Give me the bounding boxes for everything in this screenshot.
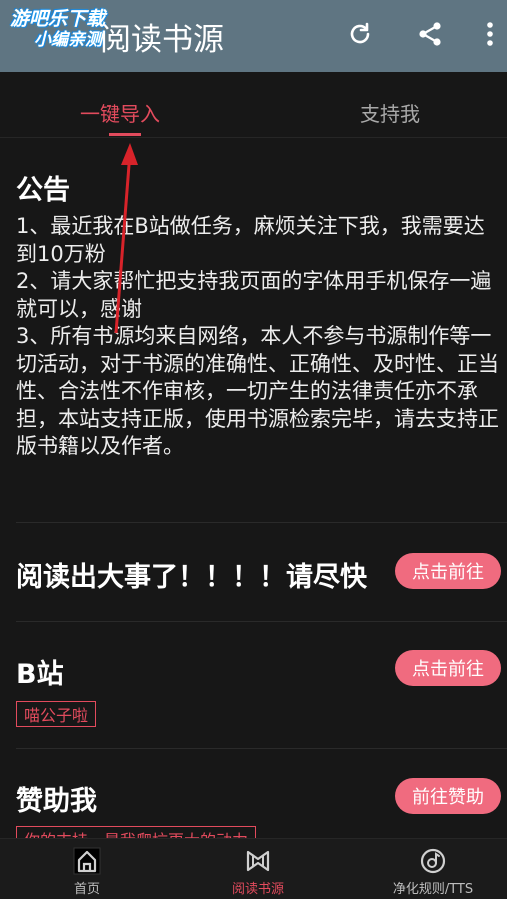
page-title: 阅读书源: [100, 22, 224, 58]
divider: [16, 522, 507, 523]
tab-one-click-import[interactable]: 一键导入: [80, 98, 160, 127]
notice-title: 公告: [16, 175, 70, 206]
sponsor-button[interactable]: 前往赞助: [395, 778, 501, 814]
share-button[interactable]: [408, 12, 452, 56]
tab-support-me[interactable]: 支持我: [360, 98, 420, 127]
divider: [16, 748, 507, 749]
home-icon: [73, 847, 101, 875]
card-title-bilibili: B站: [16, 659, 64, 690]
card-title-sponsor: 赞助我: [16, 786, 97, 817]
notice-line-3: 3、所有书源均来自网络，本人不参与书源制作等一切活动，对于书源的准确性、正确性、…: [16, 324, 499, 458]
refresh-icon: [350, 22, 370, 44]
sponsor-tag: 你的支持，是我爬坑更大的动力: [16, 826, 257, 838]
notice-body: 1、最近我在B站做任务，麻烦关注下我，我需要达到10万粉 2、请大家帮忙把支持我…: [16, 213, 500, 461]
bilibili-tag: 喵公子啦: [16, 701, 97, 727]
nav-label-purify-rules-tts: 净化规则/TTS: [392, 882, 474, 897]
more-options-button[interactable]: [472, 12, 507, 56]
tab-bar: 一键导入 支持我: [0, 72, 507, 138]
tab-active-indicator: [109, 133, 141, 136]
nav-item-home[interactable]: 首页: [62, 847, 112, 897]
divider: [16, 621, 507, 622]
more-vertical-icon: [487, 22, 493, 46]
nav-item-purify-rules-tts[interactable]: 净化规则/TTS: [378, 847, 488, 897]
notice-line-1: 1、最近我在B站做任务，麻烦关注下我，我需要达到10万粉: [16, 214, 485, 266]
goto-button-bilibili[interactable]: 点击前往: [395, 650, 501, 686]
notice-line-2: 2、请大家帮忙把支持我页面的字体用手机保存一遍就可以，感谢: [16, 269, 492, 321]
purify-icon: [420, 848, 446, 874]
goto-button-news[interactable]: 点击前往: [395, 553, 501, 589]
book-source-icon: [246, 850, 270, 872]
share-icon: [419, 22, 441, 46]
nav-label-home: 首页: [73, 882, 100, 897]
nav-item-book-source[interactable]: 阅读书源: [222, 847, 294, 897]
refresh-button[interactable]: [338, 12, 382, 56]
card-title-news: 阅读出大事了！！！！请尽快: [16, 562, 367, 593]
nav-label-book-source: 阅读书源: [231, 882, 284, 897]
main-content[interactable]: 公告 1、最近我在B站做任务，麻烦关注下我，我需要达到10万粉 2、请大家帮忙把…: [0, 138, 507, 838]
bottom-navigation: 首页 阅读书源 净化规则/TTS: [0, 838, 507, 899]
app-bar: 游吧乐下载 小编亲测 阅读书源: [0, 0, 507, 72]
